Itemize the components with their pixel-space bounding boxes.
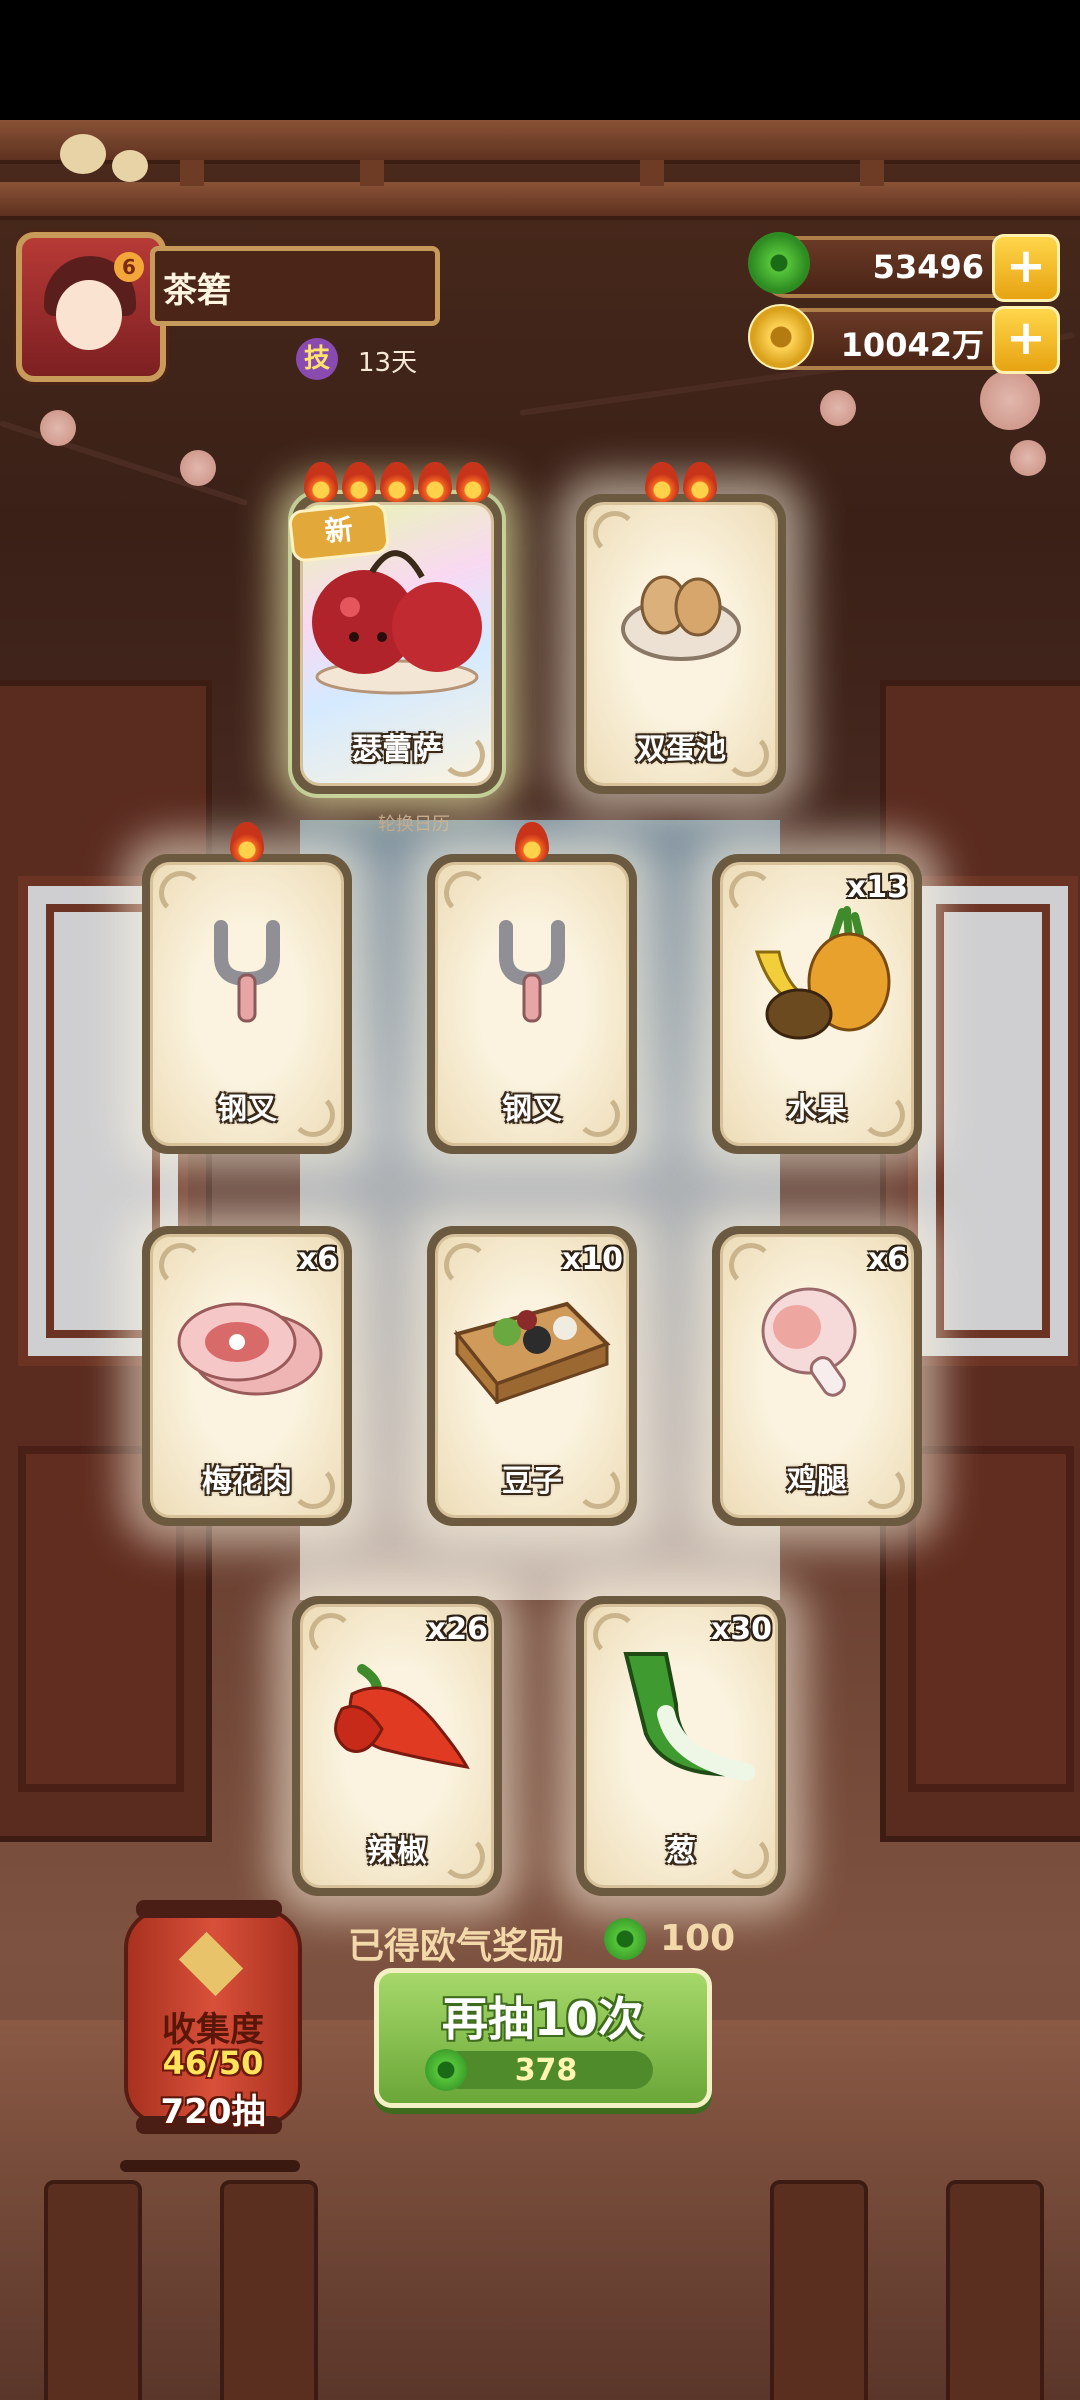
fence-post bbox=[220, 2180, 318, 2400]
days-counter: 13天 bbox=[358, 348, 418, 378]
card-name: 双蛋池 bbox=[636, 732, 726, 767]
roof-truss bbox=[180, 160, 204, 186]
scallion-icon bbox=[606, 1644, 756, 1788]
card-quantity: x6 bbox=[867, 1242, 908, 1277]
chili-icon bbox=[322, 1649, 472, 1783]
rarity-flames bbox=[228, 822, 266, 866]
chick-decoration bbox=[60, 134, 106, 174]
flame-icon bbox=[683, 462, 717, 502]
door-panel bbox=[908, 1446, 1074, 1792]
card-name: 瑟蕾萨 bbox=[352, 732, 442, 767]
card-name: 水果 bbox=[787, 1092, 847, 1127]
reward-label: 已得欧气奖励 bbox=[348, 1926, 565, 1967]
result-card[interactable]: x10 豆子 bbox=[427, 1226, 637, 1526]
roof-beam-lower bbox=[0, 182, 1080, 220]
result-card[interactable]: 钢叉 bbox=[142, 822, 352, 1154]
flame-icon bbox=[456, 462, 490, 502]
reward-value: 100 bbox=[660, 1918, 736, 1959]
fork-icon bbox=[207, 917, 287, 1031]
fence-post bbox=[770, 2180, 868, 2400]
flame-icon bbox=[645, 462, 679, 502]
collection-pulls: 720抽 bbox=[160, 2092, 266, 2132]
flame-icon bbox=[380, 462, 414, 502]
card-name: 钢叉 bbox=[217, 1092, 277, 1127]
blossom-flower bbox=[40, 410, 76, 446]
roof-truss bbox=[360, 160, 384, 186]
fruit-icon bbox=[737, 902, 897, 1046]
lattice-window bbox=[908, 876, 1078, 1366]
rarity-flames bbox=[302, 462, 492, 506]
chick-decoration bbox=[112, 150, 148, 182]
roof-truss bbox=[860, 160, 884, 186]
card-quantity: x13 bbox=[846, 870, 908, 905]
card-name: 梅花肉 bbox=[202, 1464, 292, 1499]
lantern-seal-icon bbox=[178, 1931, 244, 1997]
jade-currency-bar: 53496 + bbox=[748, 232, 1060, 302]
collection-progress: 46/50 bbox=[162, 2044, 264, 2082]
flame-icon bbox=[515, 822, 549, 862]
draw-again-button[interactable]: 再抽10次 378 bbox=[374, 1968, 712, 2108]
beans-icon bbox=[447, 1284, 617, 1408]
card-quantity: x30 bbox=[710, 1612, 772, 1647]
drumstick-icon bbox=[747, 1279, 887, 1413]
pork-icon bbox=[162, 1284, 332, 1408]
add-jade-button[interactable]: + bbox=[992, 234, 1060, 302]
rarity-flames bbox=[643, 462, 719, 506]
result-card[interactable]: 双蛋池 bbox=[576, 462, 786, 794]
rarity-flames bbox=[513, 822, 551, 866]
card-name: 鸡腿 bbox=[787, 1464, 847, 1499]
roof-beam bbox=[0, 120, 1080, 164]
gold-currency-value: 10042万 bbox=[840, 326, 984, 364]
avatar-level-badge: 6 bbox=[114, 252, 144, 282]
card-quantity: x6 bbox=[297, 1242, 338, 1277]
avatar-face bbox=[56, 280, 122, 350]
calendar-caption[interactable]: 轮换日历 bbox=[378, 810, 450, 836]
draw-again-label: 再抽10次 bbox=[441, 1992, 644, 2046]
lantern-stand bbox=[120, 2160, 300, 2172]
collection-lantern[interactable]: 收集度 46/50 720抽 bbox=[124, 1900, 302, 2134]
draw-cost-value: 378 bbox=[514, 2053, 578, 2088]
card-name: 豆子 bbox=[502, 1464, 562, 1499]
gold-coin-icon bbox=[748, 304, 814, 370]
card-name: 钢叉 bbox=[502, 1092, 562, 1127]
fork-icon bbox=[492, 917, 572, 1031]
result-card[interactable]: x26 辣椒 bbox=[292, 1596, 502, 1896]
player-name: 茶箬 bbox=[163, 271, 231, 311]
gold-currency-bar: 10042万 + bbox=[748, 304, 1060, 374]
player-name-bar: 茶箬 bbox=[150, 246, 440, 326]
result-card[interactable]: x6 梅花肉 bbox=[142, 1226, 352, 1526]
card-name: 辣椒 bbox=[367, 1834, 427, 1869]
result-card[interactable]: x6 鸡腿 bbox=[712, 1226, 922, 1526]
card-quantity: x26 bbox=[426, 1612, 488, 1647]
jade-coin-icon bbox=[604, 1918, 646, 1960]
flame-icon bbox=[304, 462, 338, 502]
fence-post bbox=[44, 2180, 142, 2400]
blossom-flower bbox=[180, 450, 216, 486]
roof-truss bbox=[640, 160, 664, 186]
blossom-flower bbox=[820, 390, 856, 426]
new-tag: 新 bbox=[287, 501, 391, 563]
flame-icon bbox=[230, 822, 264, 862]
result-card[interactable]: 钢叉 bbox=[427, 822, 637, 1154]
jade-coin-icon bbox=[748, 232, 810, 294]
card-name: 葱 bbox=[666, 1834, 696, 1869]
player-avatar[interactable]: 6 bbox=[16, 232, 166, 382]
flame-icon bbox=[342, 462, 376, 502]
blossom-flower bbox=[1010, 440, 1046, 476]
flame-icon bbox=[418, 462, 452, 502]
jade-currency-value: 53496 bbox=[872, 248, 984, 286]
add-gold-button[interactable]: + bbox=[992, 306, 1060, 374]
card-quantity: x10 bbox=[561, 1242, 623, 1277]
lantern-cap bbox=[136, 1900, 282, 1918]
result-card[interactable]: x30 葱 bbox=[576, 1596, 786, 1896]
skill-badge-icon[interactable]: 技 bbox=[296, 338, 338, 380]
blossom-flower bbox=[980, 370, 1040, 430]
fence-post bbox=[946, 2180, 1044, 2400]
egg-bowl-icon bbox=[616, 557, 746, 671]
draw-cost-pill: 378 bbox=[425, 2049, 653, 2091]
result-card[interactable]: x13 水果 bbox=[712, 854, 922, 1154]
